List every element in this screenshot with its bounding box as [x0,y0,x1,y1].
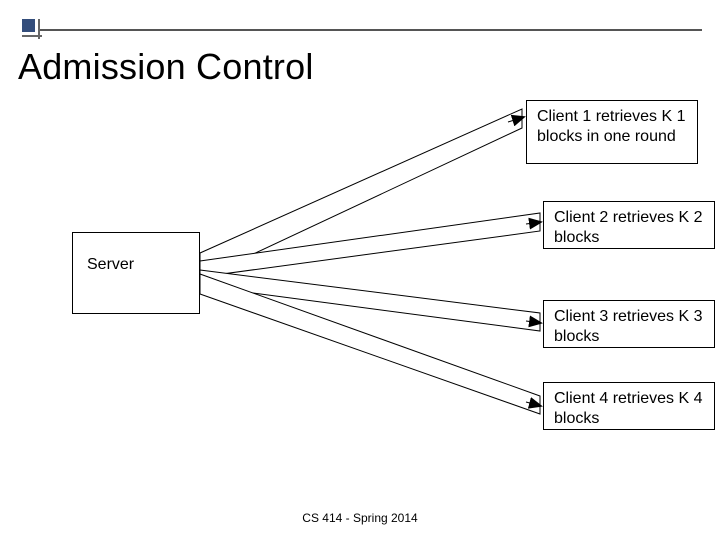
corner-square-icon [22,19,35,32]
client-2-box: Client 2 retrieves K 2 blocks [543,201,715,249]
arrow-client-1 [200,109,524,279]
client-2-text: Client 2 retrieves K 2 blocks [554,209,703,246]
client-3-text: Client 3 retrieves K 3 blocks [554,308,703,345]
arrow-client-2 [200,213,541,277]
corner-horizontal-line [22,35,42,37]
client-4-box: Client 4 retrieves K 4 blocks [543,382,715,430]
server-label: Server [87,256,134,273]
slide: Admission Control Server [0,0,720,540]
footer-text: CS 414 - Spring 2014 [0,511,720,525]
server-box: Server [72,232,200,314]
page-title: Admission Control [18,46,314,88]
client-1-box: Client 1 retrieves K 1 blocks in one rou… [526,100,698,164]
header-rule [40,29,702,31]
client-3-box: Client 3 retrieves K 3 blocks [543,300,715,348]
client-4-text: Client 4 retrieves K 4 blocks [554,390,703,427]
corner-decoration [22,19,42,39]
arrow-client-3 [200,270,541,331]
arrow-client-4 [200,274,541,414]
client-1-text: Client 1 retrieves K 1 blocks in one rou… [537,108,686,145]
